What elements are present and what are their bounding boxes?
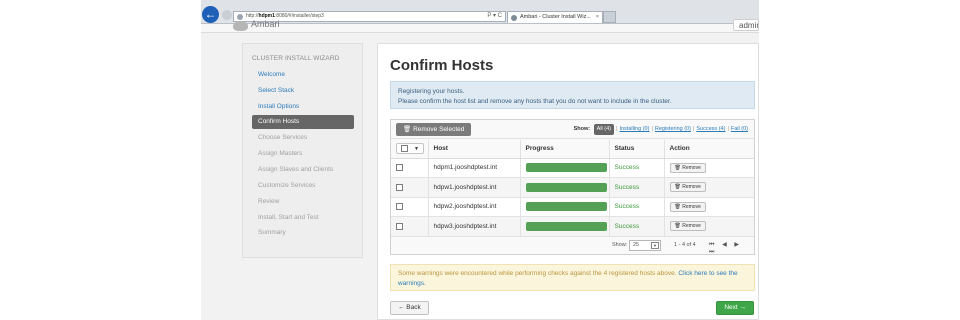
brand-name: Ambari bbox=[251, 19, 280, 29]
browser-tab[interactable]: Ambari - Cluster Install Wiz... × bbox=[507, 11, 603, 23]
browser-forward-button[interactable] bbox=[222, 10, 232, 20]
remove-host-label: Remove bbox=[682, 203, 701, 210]
main-panel: Confirm Hosts Registering your hosts. Pl… bbox=[377, 43, 759, 320]
remove-host-button[interactable]: 🗑 Remove bbox=[669, 182, 706, 193]
wizard-step-review: Review bbox=[258, 198, 280, 205]
wizard-step-summary: Summary bbox=[258, 229, 286, 236]
trash-icon: 🗑 bbox=[403, 126, 412, 133]
table-header-row: ▼ Host Progress Status Action bbox=[391, 140, 754, 159]
host-status: Success bbox=[608, 197, 664, 217]
browser-window: ← http://hdpm1:8080/#/installer/step3 P … bbox=[201, 0, 759, 320]
table-row: hdpw3.jooshdptest.int Success 🗑 Remove bbox=[391, 216, 754, 237]
row-checkbox[interactable] bbox=[396, 203, 403, 211]
browser-toolbar: ← http://hdpm1:8080/#/installer/step3 P … bbox=[201, 0, 759, 24]
wizard-title: CLUSTER INSTALL WIZARD bbox=[252, 55, 340, 62]
row-checkbox[interactable] bbox=[396, 164, 403, 172]
user-menu-button[interactable]: admin bbox=[733, 19, 759, 31]
wizard-step-assign-slaves: Assign Slaves and Clients bbox=[258, 166, 334, 173]
wizard-step-confirm-hosts[interactable]: Confirm Hosts bbox=[252, 115, 354, 129]
row-checkbox[interactable] bbox=[396, 183, 403, 191]
info-line-1: Registering your hosts. bbox=[398, 88, 465, 95]
table-row: hdpw1.jooshdptest.int Success 🗑 Remove bbox=[391, 177, 754, 198]
progress-bar bbox=[525, 163, 607, 173]
tab-close-icon[interactable]: × bbox=[596, 12, 599, 23]
host-name: hdpw2.jooshdptest.int bbox=[427, 197, 520, 217]
progress-bar bbox=[525, 221, 607, 231]
status-filters: Show: All (4) | Installing (0) | Registering… bbox=[574, 124, 748, 135]
wizard-step-select-stack[interactable]: Select Stack bbox=[252, 84, 354, 98]
select-all-dropdown[interactable]: ▼ bbox=[396, 143, 424, 155]
filter-all[interactable]: All (4) bbox=[593, 124, 615, 135]
remove-host-label: Remove bbox=[682, 164, 701, 171]
wizard-step-welcome[interactable]: Welcome bbox=[252, 68, 354, 82]
remove-selected-label: Remove Selected bbox=[413, 126, 465, 133]
chevron-down-icon[interactable]: ▼ bbox=[414, 145, 419, 154]
page-size-select[interactable]: 25 ▼ bbox=[629, 240, 661, 251]
column-status: Status bbox=[608, 140, 664, 159]
filter-installing[interactable]: Installing (0) bbox=[619, 126, 649, 132]
app-header: Ambari admin bbox=[201, 19, 759, 33]
chevron-down-icon[interactable]: ▼ bbox=[651, 242, 659, 249]
column-action: Action bbox=[663, 140, 754, 159]
new-tab-button[interactable] bbox=[603, 11, 616, 23]
host-status: Success bbox=[608, 158, 664, 178]
progress-bar bbox=[525, 202, 607, 212]
host-name: hdpm1.jooshdptest.int bbox=[427, 158, 520, 178]
tab-title: Ambari - Cluster Install Wiz... bbox=[520, 14, 591, 20]
filter-registering[interactable]: Registering (0) bbox=[655, 126, 691, 132]
info-alert: Registering your hosts. Please confirm t… bbox=[390, 81, 755, 109]
column-host: Host bbox=[427, 140, 520, 159]
warning-alert: Some warnings were encountered while per… bbox=[390, 264, 755, 291]
select-all-header: ▼ bbox=[391, 140, 428, 159]
wizard-step-install-start-test: Install, Start and Test bbox=[258, 214, 319, 221]
tab-favicon-icon bbox=[511, 15, 517, 21]
page-size-value: 25 bbox=[633, 242, 640, 248]
table-row: hdpm1.jooshdptest.int Success 🗑 Remove bbox=[391, 158, 754, 178]
wizard-step-choose-services: Choose Services bbox=[258, 134, 308, 141]
hosts-panel: 🗑 Remove Selected Show: All (4) | Installi… bbox=[390, 119, 755, 255]
filter-success[interactable]: Success (4) bbox=[696, 126, 725, 132]
pager-show-label: Show: bbox=[612, 242, 628, 248]
remove-host-button[interactable]: 🗑 Remove bbox=[669, 221, 706, 232]
info-line-2: Please confirm the host list and remove … bbox=[398, 98, 672, 105]
host-name: hdpw1.jooshdptest.int bbox=[427, 177, 520, 198]
select-all-checkbox[interactable] bbox=[401, 145, 408, 153]
filter-fail[interactable]: Fail (0) bbox=[731, 126, 748, 132]
filter-show-label: Show: bbox=[573, 126, 591, 132]
progress-bar bbox=[525, 182, 607, 192]
page-title: Confirm Hosts bbox=[390, 57, 494, 74]
pager-nav-icons[interactable]: ⏮ ◀ ▶ ⏭ bbox=[709, 241, 754, 256]
table-row: hdpw2.jooshdptest.int Success 🗑 Remove bbox=[391, 197, 754, 217]
host-status: Success bbox=[608, 216, 664, 237]
column-progress: Progress bbox=[519, 140, 609, 159]
host-status: Success bbox=[608, 177, 664, 198]
hosts-toolbar: 🗑 Remove Selected Show: All (4) | Installi… bbox=[391, 120, 754, 139]
wizard-step-customize-services: Customize Services bbox=[258, 182, 316, 189]
wizard-sidebar: CLUSTER INSTALL WIZARD Welcome Select St… bbox=[242, 43, 363, 258]
remove-host-button[interactable]: 🗑 Remove bbox=[669, 201, 706, 212]
warning-text: Some warnings were encountered while per… bbox=[398, 270, 677, 277]
remove-host-label: Remove bbox=[682, 184, 701, 191]
host-name: hdpw3.jooshdptest.int bbox=[427, 216, 520, 237]
hosts-table: ▼ Host Progress Status Action hdpm1.joos… bbox=[391, 140, 754, 237]
browser-back-button[interactable]: ← bbox=[202, 6, 219, 23]
remove-host-label: Remove bbox=[682, 223, 701, 230]
ambari-logo-icon bbox=[233, 21, 248, 31]
next-button[interactable]: Next → bbox=[716, 301, 754, 315]
table-pager: Show: 25 ▼ 1 - 4 of 4 ⏮ ◀ ▶ ⏭ bbox=[391, 238, 754, 256]
wizard-step-install-options[interactable]: Install Options bbox=[252, 100, 354, 114]
back-button[interactable]: ← Back bbox=[390, 301, 429, 315]
row-checkbox[interactable] bbox=[396, 222, 403, 230]
wizard-step-assign-masters: Assign Masters bbox=[258, 150, 303, 157]
remove-host-button[interactable]: 🗑 Remove bbox=[669, 162, 706, 173]
pager-range: 1 - 4 of 4 bbox=[674, 242, 696, 248]
remove-selected-button[interactable]: 🗑 Remove Selected bbox=[396, 123, 472, 136]
page-icon bbox=[237, 14, 243, 20]
address-tools-icon[interactable]: P ▾ C bbox=[487, 12, 502, 21]
address-path: :8080/#/installer/step3 bbox=[274, 13, 324, 19]
